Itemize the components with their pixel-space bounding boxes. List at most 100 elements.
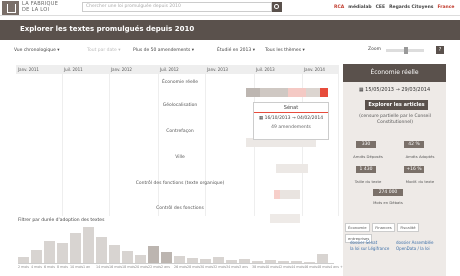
fabrique-logo[interactable] bbox=[2, 1, 19, 15]
histogram-axis-label: 48 mois bbox=[317, 265, 331, 269]
explore-articles-button[interactable]: Explorer les articles bbox=[365, 100, 428, 110]
histogram-axis-label: 14 mois bbox=[96, 265, 110, 269]
stat-value: 42 % bbox=[404, 141, 424, 148]
theme-select[interactable]: Tous les thèmes ▾ bbox=[265, 48, 325, 53]
law-label[interactable]: Contrôl des fonctions (texte organique) bbox=[130, 181, 230, 186]
link-opendata[interactable]: OpenData / la loi bbox=[396, 246, 442, 252]
histogram-axis-label: 20 mois bbox=[135, 265, 149, 269]
histogram-bar[interactable] bbox=[148, 246, 159, 263]
histogram-axis-label: 4 ans + bbox=[330, 265, 343, 269]
stat-label: Amdts Adoptés bbox=[405, 154, 435, 159]
histogram-axis-label: 2 ans bbox=[161, 265, 170, 269]
title-bar: Explorer les textes promulgués depuis 20… bbox=[0, 20, 460, 40]
law-segment[interactable] bbox=[320, 88, 328, 97]
tooltip-amendments: 49 amendements bbox=[271, 125, 311, 130]
histogram-bar[interactable] bbox=[278, 261, 289, 263]
law-segment[interactable] bbox=[288, 88, 306, 97]
partner-logo[interactable]: RCA bbox=[334, 5, 344, 10]
histogram-label: Filtrer par durée d'adoption des textes bbox=[18, 218, 105, 223]
histogram-axis-label: 40 mois bbox=[265, 265, 279, 269]
histogram-bar[interactable] bbox=[18, 257, 29, 263]
law-label[interactable]: Contrefaçon bbox=[150, 129, 210, 134]
histogram-bar[interactable] bbox=[226, 260, 237, 263]
search-icon[interactable] bbox=[272, 2, 282, 12]
histogram-axis-label: 6 mois bbox=[44, 265, 56, 269]
grid-line bbox=[109, 74, 110, 216]
histogram-bar[interactable] bbox=[96, 237, 107, 263]
histogram-axis-label: 28 mois bbox=[187, 265, 201, 269]
histogram-bar[interactable] bbox=[317, 254, 328, 263]
histogram-bar[interactable] bbox=[44, 241, 55, 263]
law-segment[interactable] bbox=[270, 214, 300, 223]
axis-tick: Janv. 2014 bbox=[304, 67, 325, 72]
histogram-bar[interactable] bbox=[57, 243, 68, 263]
partner-logo[interactable]: France bbox=[437, 5, 454, 10]
histogram-bar[interactable] bbox=[291, 261, 302, 263]
histogram-axis-label: 8 mois bbox=[57, 265, 69, 269]
histogram-bar[interactable] bbox=[161, 252, 172, 263]
law-tooltip: Sénat ▦ 16/10/2013 → 04/02/2014 49 amend… bbox=[253, 102, 329, 140]
law-segment[interactable] bbox=[306, 88, 320, 97]
histogram-bar[interactable] bbox=[122, 251, 133, 263]
histogram-axis-label: 38 mois bbox=[252, 265, 266, 269]
histogram-bar[interactable] bbox=[174, 256, 185, 263]
histogram-bar[interactable] bbox=[213, 257, 224, 263]
theme-tag[interactable]: Finances bbox=[372, 223, 395, 232]
law-segment[interactable] bbox=[260, 88, 288, 97]
tooltip-dates: ▦ 16/10/2013 → 04/02/2014 bbox=[258, 116, 324, 121]
year-select[interactable]: Étudié en 2013 ▾ bbox=[217, 48, 265, 53]
top-bar: LA FABRIQUE DE LA LOI Chercher une loi p… bbox=[0, 0, 460, 16]
histogram-bar[interactable] bbox=[31, 250, 42, 263]
histogram-bar[interactable] bbox=[135, 255, 146, 263]
duration-histogram[interactable] bbox=[18, 224, 334, 264]
partner-logo[interactable]: médialab bbox=[348, 5, 371, 10]
law-label[interactable]: Contrôl des fonctions bbox=[150, 206, 210, 211]
histogram-axis-label: 26 mois bbox=[174, 265, 188, 269]
theme-tag[interactable]: Fiscalité bbox=[397, 223, 419, 232]
histogram-axis-label: 42 mois bbox=[278, 265, 292, 269]
link-legifrance[interactable]: la loi sur Légifrance bbox=[350, 246, 396, 252]
brand-text[interactable]: LA FABRIQUE DE LA LOI bbox=[22, 1, 58, 13]
histogram-bar[interactable] bbox=[187, 258, 198, 263]
histogram-bar[interactable] bbox=[109, 245, 120, 263]
histogram-axis-label: 34 mois bbox=[226, 265, 240, 269]
zoom-label: Zoom bbox=[368, 47, 381, 52]
sort-select[interactable]: Tout par date ▾ bbox=[87, 48, 133, 53]
histogram-bar[interactable] bbox=[70, 233, 81, 263]
axis-tick: Janv. 2013 bbox=[207, 67, 228, 72]
search-input[interactable]: Chercher une loi promulguée depuis 2010 bbox=[82, 2, 272, 12]
law-segment[interactable] bbox=[246, 88, 260, 97]
histogram-bar[interactable] bbox=[200, 259, 211, 263]
view-select[interactable]: Vue chronologique ▾ bbox=[14, 48, 87, 53]
partner-logo[interactable]: CEE bbox=[376, 5, 385, 10]
amendments-select[interactable]: Plus de 50 amendements ▾ bbox=[133, 48, 217, 53]
histogram-bar[interactable] bbox=[83, 227, 94, 263]
law-segment[interactable] bbox=[276, 164, 308, 173]
histogram-axis-label: 32 mois bbox=[213, 265, 227, 269]
law-label[interactable]: Économie réelle bbox=[150, 80, 210, 85]
histogram-bar[interactable] bbox=[239, 259, 250, 263]
law-segment[interactable] bbox=[280, 190, 300, 199]
law-label[interactable]: Ville bbox=[150, 155, 210, 160]
grid-line bbox=[205, 74, 206, 216]
help-button[interactable]: ? bbox=[436, 46, 444, 54]
histogram-bar[interactable] bbox=[304, 262, 315, 263]
histogram-bar[interactable] bbox=[252, 261, 263, 263]
histogram-bar[interactable] bbox=[265, 260, 276, 263]
histogram-axis-label: 46 mois bbox=[304, 265, 318, 269]
censure-note: (censure partielle par le Conseil Consti… bbox=[359, 114, 431, 125]
partner-logos: RCA médialab CEE Regards Citoyens France bbox=[334, 2, 454, 13]
partner-logo[interactable]: Regards Citoyens bbox=[389, 5, 433, 10]
law-label[interactable]: Géolocalisation bbox=[150, 103, 210, 108]
histogram-axis-label: 10 mois bbox=[70, 265, 84, 269]
stat-label: Modif. du texte bbox=[405, 179, 435, 184]
stat-label: Amdts Déposés bbox=[353, 154, 383, 159]
histogram-axis-label: 16 mois bbox=[109, 265, 123, 269]
grid-line bbox=[62, 74, 63, 216]
brand-line-2: DE LA LOI bbox=[22, 7, 50, 13]
histogram-axis-label: 18 mois bbox=[122, 265, 136, 269]
theme-tag[interactable]: Économie bbox=[345, 223, 370, 232]
histogram-axis-label: 2 mois bbox=[18, 265, 30, 269]
zoom-slider-handle[interactable] bbox=[404, 47, 408, 54]
stat-value: 1 430 bbox=[356, 166, 376, 173]
